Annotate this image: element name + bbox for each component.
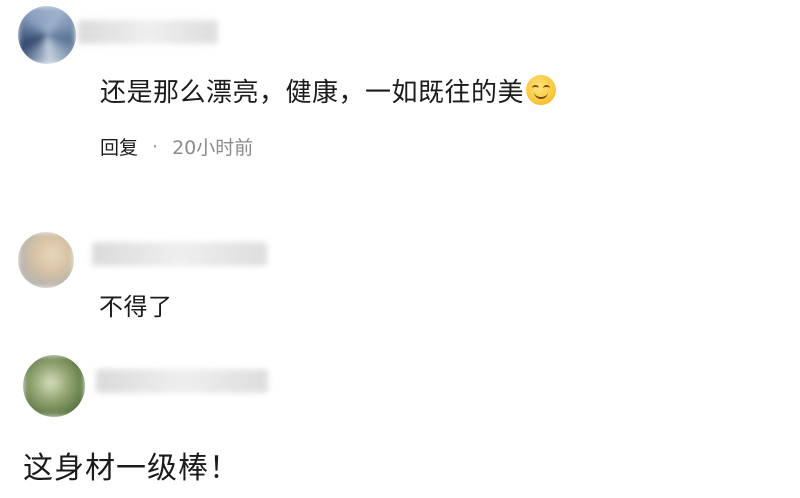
smiling-face-emoji-icon (526, 75, 557, 105)
comment-body: 还是那么漂亮，健康，一如既往的美 (100, 78, 525, 108)
username-blurred[interactable] (92, 242, 267, 266)
avatar[interactable] (18, 6, 76, 64)
reply-button[interactable]: 回复 (100, 133, 138, 160)
avatar-image (18, 6, 76, 64)
comment-actions: 回复 · 20小时前 (100, 133, 253, 160)
avatar[interactable] (18, 232, 74, 288)
comment-text: 不得了 (99, 293, 173, 321)
username-blurred[interactable] (96, 369, 268, 393)
avatar-image (23, 355, 85, 417)
comment-timestamp: 20小时前 (172, 137, 254, 159)
comment-text: 还是那么漂亮，健康，一如既往的美 (100, 72, 557, 109)
avatar[interactable] (23, 355, 85, 417)
username-blurred[interactable] (78, 20, 218, 44)
avatar-image (18, 232, 74, 288)
comment-text: 这身材一级棒！ (23, 451, 240, 486)
separator-dot: · (152, 135, 159, 158)
